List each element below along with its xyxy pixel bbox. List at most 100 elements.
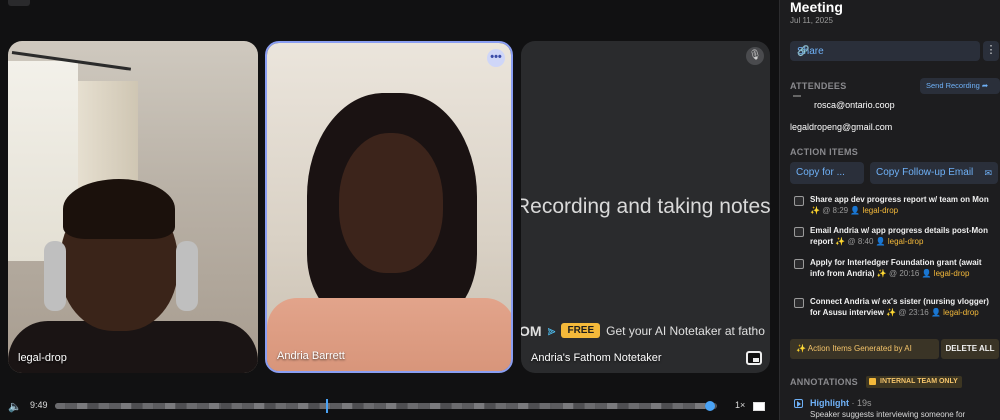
headphone-right bbox=[176, 241, 198, 311]
action-item-time[interactable]: @ 20:16 bbox=[889, 269, 919, 278]
track-segment bbox=[198, 403, 209, 409]
track-segment bbox=[463, 403, 474, 409]
action-item-assignee: 👤 legal-drop bbox=[921, 269, 970, 278]
track-segment bbox=[694, 403, 705, 409]
action-item-checkbox[interactable] bbox=[794, 227, 804, 237]
share-button[interactable]: Share 🔗 bbox=[790, 41, 980, 61]
meeting-sidebar: Meeting Jul 11, 2025 Share 🔗 ⋮ ATTENDEES… bbox=[779, 0, 1000, 420]
participant-tile-andria-barrett[interactable]: ••• Andria Barrett bbox=[265, 41, 513, 373]
track-segment bbox=[518, 403, 529, 409]
highlight-marker[interactable] bbox=[326, 399, 329, 413]
copy-for-button[interactable]: Copy for ... bbox=[790, 162, 864, 184]
action-item-assignee: 👤 legal-drop bbox=[930, 308, 979, 317]
track-segment bbox=[77, 403, 88, 409]
action-item-assignee: 👤 legal-drop bbox=[850, 206, 899, 215]
track-segment bbox=[452, 403, 463, 409]
track-segment bbox=[165, 403, 176, 409]
action-item-body: Share app dev progress report w/ team on… bbox=[810, 194, 996, 216]
participant-name-label: Andria Barrett bbox=[277, 350, 345, 362]
track-segment bbox=[386, 403, 397, 409]
track-segment bbox=[132, 403, 143, 409]
seek-track[interactable] bbox=[55, 403, 717, 409]
promo-cta: Get your AI Notetaker at fatho bbox=[606, 323, 765, 338]
track-segment bbox=[617, 403, 628, 409]
volume-icon[interactable]: 🔈 bbox=[8, 400, 22, 413]
track-segment bbox=[606, 403, 617, 409]
recording-status-text: Recording and taking notes bbox=[521, 195, 770, 218]
action-item-body: Apply for Interledger Foundation grant (… bbox=[810, 257, 996, 279]
action-item-body: Email Andria w/ app progress details pos… bbox=[810, 225, 996, 247]
track-segment bbox=[286, 403, 297, 409]
picture-in-picture-icon[interactable] bbox=[746, 351, 762, 365]
highlight-duration: · 19s bbox=[849, 398, 872, 408]
more-menu-button[interactable]: ⋮ bbox=[983, 41, 999, 61]
track-segment bbox=[297, 403, 308, 409]
top-left-tab[interactable] bbox=[8, 0, 30, 6]
track-segment bbox=[540, 403, 551, 409]
fullscreen-icon[interactable] bbox=[753, 402, 765, 411]
meeting-title: Meeting bbox=[790, 0, 843, 15]
track-segment bbox=[66, 403, 77, 409]
action-item-time[interactable]: @ 8:40 bbox=[848, 237, 874, 246]
track-segment bbox=[408, 403, 419, 409]
track-segment bbox=[672, 403, 683, 409]
meeting-date: Jul 11, 2025 bbox=[790, 16, 833, 25]
highlight-title[interactable]: Highlight · 19s bbox=[810, 398, 872, 408]
participant-video bbox=[267, 43, 511, 371]
track-segment bbox=[110, 403, 121, 409]
track-segment bbox=[242, 403, 253, 409]
track-segment bbox=[441, 403, 452, 409]
track-segment bbox=[308, 403, 319, 409]
track-segment bbox=[275, 403, 286, 409]
track-segment bbox=[529, 403, 540, 409]
action-item-time[interactable]: @ 23:16 bbox=[898, 308, 928, 317]
track-segment bbox=[154, 403, 165, 409]
track-segment bbox=[584, 403, 595, 409]
action-item-checkbox[interactable] bbox=[794, 298, 804, 308]
track-segment bbox=[562, 403, 573, 409]
track-segment bbox=[264, 403, 275, 409]
video-stage: legal-drop ••• Andria Barrett 🎙 Recordin… bbox=[0, 0, 779, 420]
track-segment bbox=[176, 403, 187, 409]
track-segment bbox=[330, 403, 341, 409]
delete-all-button[interactable]: DELETE ALL bbox=[941, 339, 999, 359]
action-item-checkbox[interactable] bbox=[794, 196, 804, 206]
participant-tile-legal-drop[interactable]: legal-drop bbox=[8, 41, 258, 373]
track-segment bbox=[430, 403, 441, 409]
track-segment bbox=[496, 403, 507, 409]
action-item-time[interactable]: @ 8:29 bbox=[822, 206, 848, 215]
track-segment bbox=[650, 403, 661, 409]
copy-followup-email-button[interactable]: Copy Follow-up Email ✉ bbox=[870, 162, 998, 184]
action-item-assignee: 👤 legal-drop bbox=[875, 237, 924, 246]
track-segment bbox=[121, 403, 132, 409]
playback-time: 9:49 bbox=[30, 400, 48, 410]
attendee-email: legaldropeng@gmail.com bbox=[790, 122, 893, 132]
track-segment bbox=[352, 403, 363, 409]
participant-face bbox=[339, 133, 443, 273]
mic-muted-icon: 🎙 bbox=[746, 47, 764, 65]
internal-team-badge: INTERNAL TEAM ONLY bbox=[866, 376, 962, 388]
action-item-checkbox[interactable] bbox=[794, 259, 804, 269]
track-segment bbox=[507, 403, 518, 409]
track-segment bbox=[595, 403, 606, 409]
track-segment bbox=[551, 403, 562, 409]
seek-knob[interactable] bbox=[705, 401, 716, 411]
playback-speed[interactable]: 1× bbox=[735, 400, 745, 410]
play-highlight-icon[interactable] bbox=[794, 399, 803, 408]
mail-icon: ✉ bbox=[984, 168, 992, 178]
attendee-avatar bbox=[793, 95, 801, 97]
send-recording-button[interactable]: Send Recording ➦ bbox=[920, 78, 1000, 94]
copy-followup-label: Copy Follow-up Email bbox=[876, 167, 974, 178]
free-badge: FREE bbox=[561, 323, 601, 338]
track-segment bbox=[419, 403, 430, 409]
track-segment bbox=[474, 403, 485, 409]
track-segment bbox=[397, 403, 408, 409]
track-segment bbox=[628, 403, 639, 409]
highlight-label: Highlight bbox=[810, 398, 849, 408]
attendee-email: rosca@ontario.coop bbox=[814, 100, 895, 110]
track-segment bbox=[639, 403, 650, 409]
headphone-left bbox=[44, 241, 66, 311]
notetaker-promo: OM ⫸ FREE Get your AI Notetaker at fatho bbox=[521, 322, 765, 339]
participant-tile-notetaker[interactable]: 🎙 Recording and taking notes OM ⫸ FREE G… bbox=[521, 41, 770, 373]
more-options-icon[interactable]: ••• bbox=[487, 49, 505, 67]
